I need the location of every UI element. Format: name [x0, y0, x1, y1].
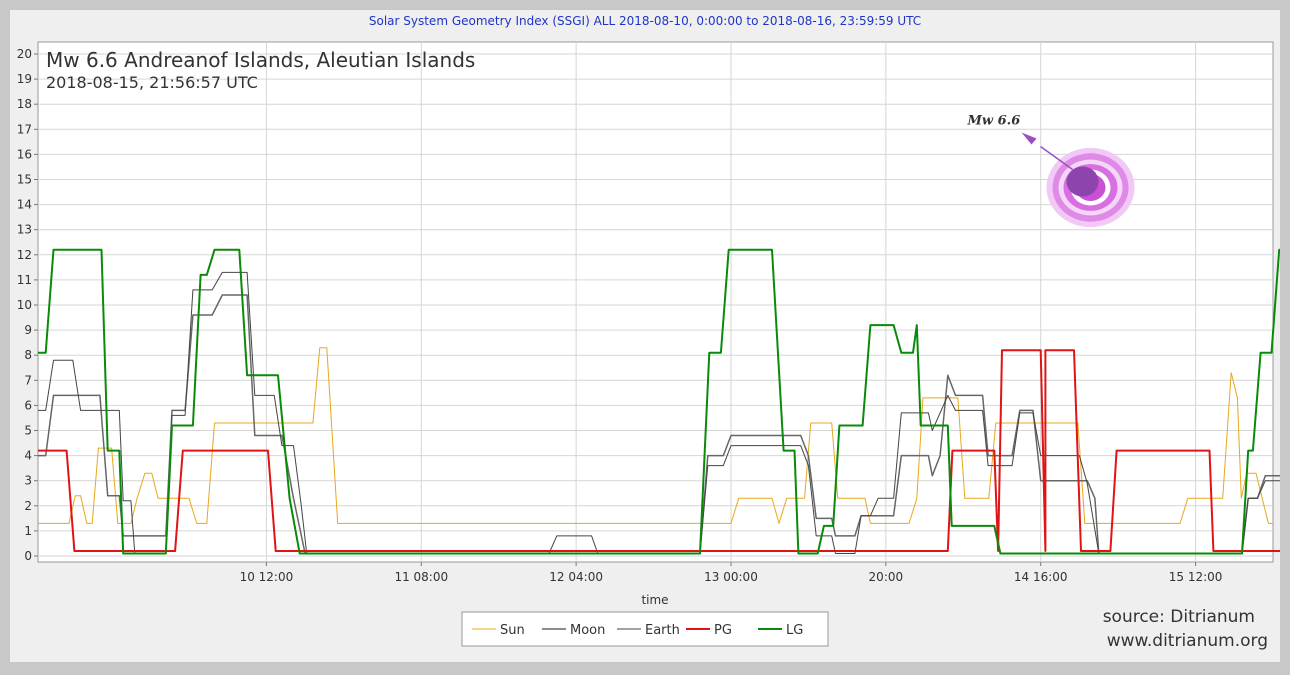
x-tick-label: 11 08:00 [394, 570, 448, 584]
y-tick-label: 8 [24, 348, 32, 362]
legend-label-pg: PG [714, 623, 732, 638]
y-tick-label: 6 [24, 398, 32, 412]
legend-label-lg: LG [786, 623, 803, 638]
legend: Sun Moon Earth PG LG [461, 611, 829, 647]
x-axis-ticks: 10 12:00 11 08:00 12 04:00 13 00:00 20:00 14 … [240, 562, 1223, 584]
y-tick-label: 12 [17, 248, 32, 262]
y-tick-label: 10 [17, 298, 32, 312]
y-tick-label: 11 [17, 273, 32, 287]
x-axis-title: time [641, 593, 668, 607]
ssgi-chart: Solar System Geometry Index (SSGI) ALL 2… [17, 14, 1280, 651]
y-tick-label: 18 [17, 97, 32, 111]
y-tick-label: 3 [24, 474, 32, 488]
y-tick-label: 13 [17, 223, 32, 237]
legend-label-moon: Moon [570, 623, 605, 638]
x-tick-label: 10 12:00 [240, 570, 294, 584]
source-url: www.ditrianum.org [1107, 631, 1268, 651]
source-label: source: Ditrianum [1103, 607, 1255, 627]
legend-label-earth: Earth [645, 623, 680, 638]
quake-core [1066, 166, 1099, 197]
y-tick-label: 2 [24, 499, 32, 513]
chart-frame: Solar System Geometry Index (SSGI) ALL 2… [10, 10, 1280, 662]
earthquake-label: Mw 6.6 [967, 114, 1021, 129]
y-tick-label: 16 [17, 147, 32, 161]
y-tick-label: 20 [17, 47, 32, 61]
y-tick-label: 1 [24, 524, 32, 538]
event-subheading: 2018-08-15, 21:56:57 UTC [46, 73, 258, 92]
y-tick-label: 17 [17, 122, 32, 136]
x-tick-label: 15 12:00 [1169, 570, 1223, 584]
x-tick-label: 12 04:00 [549, 570, 603, 584]
chart-top-title: Solar System Geometry Index (SSGI) ALL 2… [369, 14, 921, 28]
x-tick-label: 13 00:00 [704, 570, 758, 584]
x-tick-label: 14 16:00 [1014, 570, 1068, 584]
y-tick-label: 9 [24, 323, 32, 337]
y-tick-label: 19 [17, 72, 32, 86]
y-tick-label: 15 [17, 173, 32, 187]
y-axis-ticks: 01234567891011121314151617181920 [17, 47, 38, 563]
x-tick-label: 20:00 [869, 570, 904, 584]
y-tick-label: 5 [24, 424, 32, 438]
event-heading: Mw 6.6 Andreanof Islands, Aleutian Islan… [46, 48, 475, 72]
y-tick-label: 4 [24, 449, 32, 463]
y-tick-label: 7 [24, 373, 32, 387]
y-tick-label: 14 [17, 198, 32, 212]
legend-label-sun: Sun [500, 623, 525, 638]
y-tick-label: 0 [24, 549, 32, 563]
